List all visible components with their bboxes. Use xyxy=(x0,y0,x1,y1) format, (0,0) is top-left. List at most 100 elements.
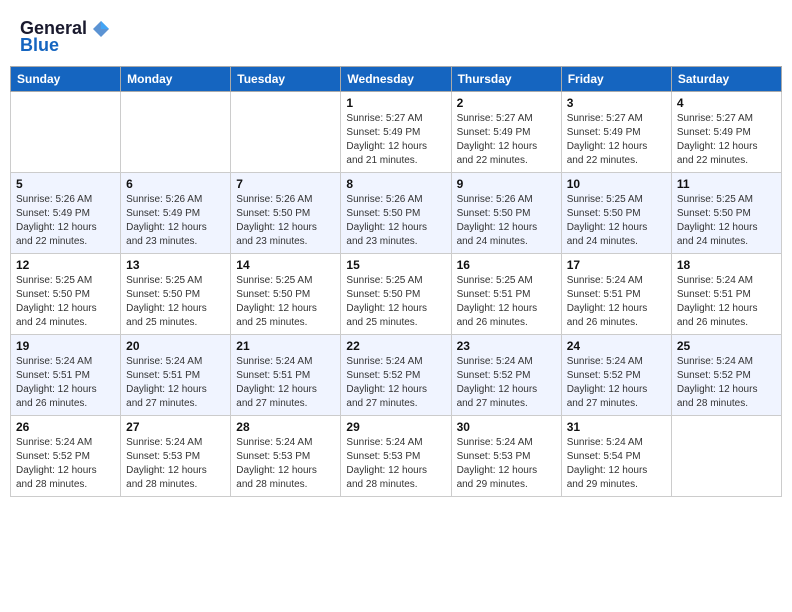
weekday-header: Thursday xyxy=(451,67,561,92)
day-number: 15 xyxy=(346,258,445,272)
day-number: 6 xyxy=(126,177,225,191)
day-number: 9 xyxy=(457,177,556,191)
calendar-cell xyxy=(121,92,231,173)
calendar-cell: 9 Sunrise: 5:26 AM Sunset: 5:50 PM Daylig… xyxy=(451,173,561,254)
day-info: Sunrise: 5:27 AM Sunset: 5:49 PM Dayligh… xyxy=(346,112,445,168)
calendar-cell: 23 Sunrise: 5:24 AM Sunset: 5:52 PM Dayli… xyxy=(451,335,561,416)
day-number: 18 xyxy=(677,258,776,272)
day-number: 12 xyxy=(16,258,115,272)
calendar-cell: 3 Sunrise: 5:27 AM Sunset: 5:49 PM Daylig… xyxy=(561,92,671,173)
calendar-cell: 27 Sunrise: 5:24 AM Sunset: 5:53 PM Dayli… xyxy=(121,416,231,497)
day-info: Sunrise: 5:24 AM Sunset: 5:53 PM Dayligh… xyxy=(346,436,445,492)
day-info: Sunrise: 5:26 AM Sunset: 5:50 PM Dayligh… xyxy=(236,193,335,249)
day-info: Sunrise: 5:24 AM Sunset: 5:52 PM Dayligh… xyxy=(457,355,556,411)
day-info: Sunrise: 5:24 AM Sunset: 5:53 PM Dayligh… xyxy=(236,436,335,492)
day-info: Sunrise: 5:24 AM Sunset: 5:51 PM Dayligh… xyxy=(567,274,666,330)
calendar-cell xyxy=(231,92,341,173)
calendar-cell xyxy=(671,416,781,497)
day-number: 22 xyxy=(346,339,445,353)
calendar-cell: 6Sunrise: 5:26 AM Sunset: 5:49 PM Daylig… xyxy=(121,173,231,254)
day-number: 7 xyxy=(236,177,335,191)
day-info: Sunrise: 5:27 AM Sunset: 5:49 PM Dayligh… xyxy=(457,112,556,168)
calendar-cell: 22 Sunrise: 5:24 AM Sunset: 5:52 PM Dayli… xyxy=(341,335,451,416)
calendar-cell: 8Sunrise: 5:26 AM Sunset: 5:50 PM Daylig… xyxy=(341,173,451,254)
calendar-cell: 30 Sunrise: 5:24 AM Sunset: 5:53 PM Dayli… xyxy=(451,416,561,497)
weekday-header: Tuesday xyxy=(231,67,341,92)
calendar-cell: 21 Sunrise: 5:24 AM Sunset: 5:51 PM Dayli… xyxy=(231,335,341,416)
day-number: 25 xyxy=(677,339,776,353)
calendar-cell: 20Sunrise: 5:24 AM Sunset: 5:51 PM Dayli… xyxy=(121,335,231,416)
day-number: 30 xyxy=(457,420,556,434)
day-info: Sunrise: 5:25 AM Sunset: 5:51 PM Dayligh… xyxy=(457,274,556,330)
day-number: 13 xyxy=(126,258,225,272)
day-info: Sunrise: 5:25 AM Sunset: 5:50 PM Dayligh… xyxy=(16,274,115,330)
calendar-cell: 13 Sunrise: 5:25 AM Sunset: 5:50 PM Dayli… xyxy=(121,254,231,335)
calendar-cell: 7 Sunrise: 5:26 AM Sunset: 5:50 PM Daylig… xyxy=(231,173,341,254)
calendar-cell: 15 Sunrise: 5:25 AM Sunset: 5:50 PM Dayli… xyxy=(341,254,451,335)
calendar-cell: 16 Sunrise: 5:25 AM Sunset: 5:51 PM Dayli… xyxy=(451,254,561,335)
calendar-week-row: 5 Sunrise: 5:26 AM Sunset: 5:49 PM Daylig… xyxy=(11,173,782,254)
day-info: Sunrise: 5:24 AM Sunset: 5:53 PM Dayligh… xyxy=(126,436,225,492)
day-number: 8 xyxy=(346,177,445,191)
logo: General Blue xyxy=(20,18,111,56)
calendar-cell: 4Sunrise: 5:27 AM Sunset: 5:49 PM Daylig… xyxy=(671,92,781,173)
day-number: 21 xyxy=(236,339,335,353)
day-number: 29 xyxy=(346,420,445,434)
day-number: 4 xyxy=(677,96,776,110)
calendar-table: SundayMondayTuesdayWednesdayThursdayFrid… xyxy=(10,66,782,497)
calendar-cell: 25 Sunrise: 5:24 AM Sunset: 5:52 PM Dayli… xyxy=(671,335,781,416)
day-number: 28 xyxy=(236,420,335,434)
day-number: 24 xyxy=(567,339,666,353)
calendar-cell: 28 Sunrise: 5:24 AM Sunset: 5:53 PM Dayli… xyxy=(231,416,341,497)
calendar-cell: 2 Sunrise: 5:27 AM Sunset: 5:49 PM Daylig… xyxy=(451,92,561,173)
calendar-cell: 26Sunrise: 5:24 AM Sunset: 5:52 PM Dayli… xyxy=(11,416,121,497)
day-info: Sunrise: 5:25 AM Sunset: 5:50 PM Dayligh… xyxy=(126,274,225,330)
day-info: Sunrise: 5:25 AM Sunset: 5:50 PM Dayligh… xyxy=(346,274,445,330)
day-info: Sunrise: 5:24 AM Sunset: 5:51 PM Dayligh… xyxy=(126,355,225,411)
day-number: 26 xyxy=(16,420,115,434)
day-info: Sunrise: 5:24 AM Sunset: 5:54 PM Dayligh… xyxy=(567,436,666,492)
calendar-week-row: 26Sunrise: 5:24 AM Sunset: 5:52 PM Dayli… xyxy=(11,416,782,497)
calendar-cell: 17 Sunrise: 5:24 AM Sunset: 5:51 PM Dayli… xyxy=(561,254,671,335)
day-number: 27 xyxy=(126,420,225,434)
day-number: 10 xyxy=(567,177,666,191)
weekday-header: Wednesday xyxy=(341,67,451,92)
day-info: Sunrise: 5:26 AM Sunset: 5:49 PM Dayligh… xyxy=(16,193,115,249)
calendar-week-row: 12 Sunrise: 5:25 AM Sunset: 5:50 PM Dayli… xyxy=(11,254,782,335)
day-number: 14 xyxy=(236,258,335,272)
day-info: Sunrise: 5:24 AM Sunset: 5:53 PM Dayligh… xyxy=(457,436,556,492)
day-number: 3 xyxy=(567,96,666,110)
calendar-cell: 12 Sunrise: 5:25 AM Sunset: 5:50 PM Dayli… xyxy=(11,254,121,335)
day-info: Sunrise: 5:27 AM Sunset: 5:49 PM Dayligh… xyxy=(567,112,666,168)
calendar-week-row: 19 Sunrise: 5:24 AM Sunset: 5:51 PM Dayli… xyxy=(11,335,782,416)
calendar-cell: 24Sunrise: 5:24 AM Sunset: 5:52 PM Dayli… xyxy=(561,335,671,416)
day-number: 5 xyxy=(16,177,115,191)
calendar-cell xyxy=(11,92,121,173)
day-number: 16 xyxy=(457,258,556,272)
calendar-cell: 1Sunrise: 5:27 AM Sunset: 5:49 PM Daylig… xyxy=(341,92,451,173)
calendar-cell: 14Sunrise: 5:25 AM Sunset: 5:50 PM Dayli… xyxy=(231,254,341,335)
day-info: Sunrise: 5:24 AM Sunset: 5:52 PM Dayligh… xyxy=(677,355,776,411)
logo-icon xyxy=(91,19,111,39)
day-number: 2 xyxy=(457,96,556,110)
logo-blue-text: Blue xyxy=(20,35,59,56)
calendar-cell: 11Sunrise: 5:25 AM Sunset: 5:50 PM Dayli… xyxy=(671,173,781,254)
calendar-cell: 5 Sunrise: 5:26 AM Sunset: 5:49 PM Daylig… xyxy=(11,173,121,254)
day-number: 17 xyxy=(567,258,666,272)
calendar-cell: 19 Sunrise: 5:24 AM Sunset: 5:51 PM Dayli… xyxy=(11,335,121,416)
weekday-header: Sunday xyxy=(11,67,121,92)
day-info: Sunrise: 5:24 AM Sunset: 5:51 PM Dayligh… xyxy=(236,355,335,411)
day-number: 19 xyxy=(16,339,115,353)
weekday-header: Friday xyxy=(561,67,671,92)
weekday-header: Monday xyxy=(121,67,231,92)
calendar-week-row: 1Sunrise: 5:27 AM Sunset: 5:49 PM Daylig… xyxy=(11,92,782,173)
weekday-header: Saturday xyxy=(671,67,781,92)
weekday-header-row: SundayMondayTuesdayWednesdayThursdayFrid… xyxy=(11,67,782,92)
day-info: Sunrise: 5:24 AM Sunset: 5:52 PM Dayligh… xyxy=(346,355,445,411)
day-info: Sunrise: 5:25 AM Sunset: 5:50 PM Dayligh… xyxy=(567,193,666,249)
day-info: Sunrise: 5:26 AM Sunset: 5:50 PM Dayligh… xyxy=(457,193,556,249)
day-number: 23 xyxy=(457,339,556,353)
calendar-cell: 29 Sunrise: 5:24 AM Sunset: 5:53 PM Dayli… xyxy=(341,416,451,497)
day-number: 31 xyxy=(567,420,666,434)
day-info: Sunrise: 5:24 AM Sunset: 5:51 PM Dayligh… xyxy=(16,355,115,411)
